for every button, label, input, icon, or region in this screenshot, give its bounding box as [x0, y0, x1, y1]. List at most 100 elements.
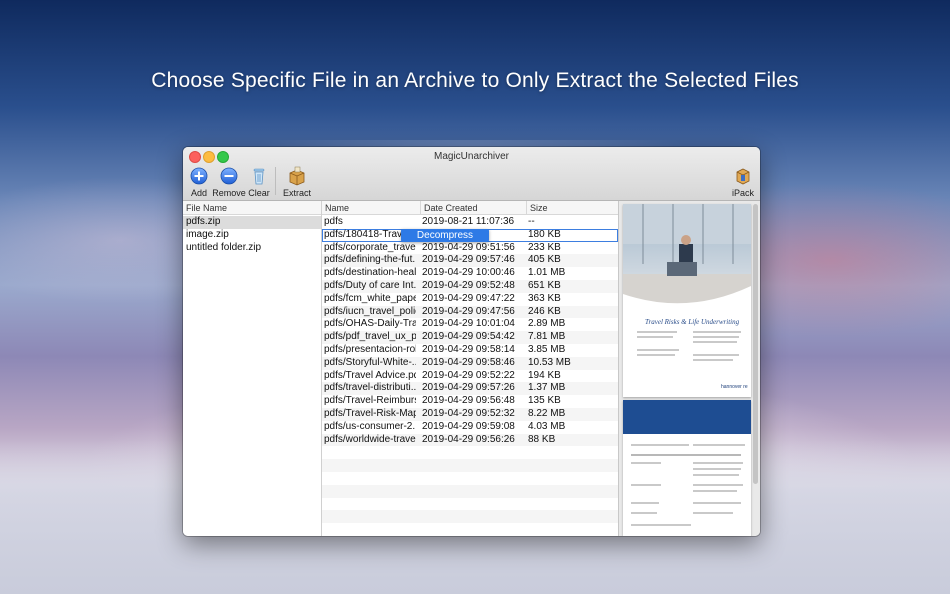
cell-name: pdfs/Duty of care Int... [324, 280, 416, 291]
preview-text-line [693, 468, 741, 470]
preview-text-line [637, 336, 673, 338]
name-column-header[interactable]: Name [322, 201, 420, 215]
preview-text-line [693, 502, 741, 504]
cell-name: pdfs/presentacion-rol... [324, 344, 416, 355]
cell-size: 651 KB [528, 280, 561, 291]
empty-row [322, 472, 618, 485]
extract-label: Extract [282, 188, 311, 198]
trash-icon [253, 168, 265, 185]
preview-text-line [693, 359, 733, 361]
cell-date: 2019-04-29 09:52:48 [422, 280, 515, 291]
window-title: MagicUnarchiver [433, 151, 510, 162]
title-bar[interactable]: MagicUnarchiver Add Remove Clear Extract… [183, 147, 760, 201]
empty-row [322, 523, 618, 536]
table-row[interactable]: pdfs/travel-distributi... 2019-04-29 09:5… [322, 382, 618, 396]
ipack-app-icon [736, 168, 750, 185]
preview-brand: hannover re [721, 384, 748, 390]
archive-box-icon [289, 166, 305, 186]
preview-page-2 [623, 400, 751, 536]
preview-text-line [637, 331, 677, 333]
table-row[interactable]: pdfs/corporate_travel... 2019-04-29 09:51… [322, 242, 618, 255]
table-row[interactable]: pdfs/us-consumer-2... 2019-04-29 09:59:08… [322, 421, 618, 434]
ipack-button[interactable]: iPack [723, 166, 760, 198]
cell-size: -- [528, 216, 535, 227]
table-row[interactable]: pdfs/Travel-Reimburs... 2019-04-29 09:56:… [322, 395, 618, 408]
table-row[interactable]: pdfs/Travel-Risk-Map... 2019-04-29 09:52:… [322, 408, 618, 421]
cell-size: 405 KB [528, 254, 561, 266]
preview-text-line [693, 474, 739, 476]
table-row[interactable]: pdfs/defining-the-fut... 2019-04-29 09:57… [322, 254, 618, 268]
archive-item-untitled-folder[interactable]: untitled folder.zip [183, 242, 321, 255]
preview-page-1: Travel Risks & Life Underwriting hannove… [623, 204, 751, 397]
size-column-header[interactable]: Size [527, 201, 618, 215]
cell-date: 2019-04-29 09:47:22 [422, 292, 515, 304]
table-row[interactable]: pdfs/pdf_travel_ux_pl... 2019-04-29 09:54… [322, 331, 618, 344]
table-row[interactable]: pdfs/fcm_white_pape... 2019-04-29 09:47:2… [322, 293, 618, 306]
table-row[interactable]: pdfs/worldwide-trave... 2019-04-29 09:56:… [322, 433, 618, 447]
cell-name: pdfs/iucn_travel_polic... [324, 305, 416, 317]
app-window: MagicUnarchiver Add Remove Clear Extract… [183, 147, 760, 536]
preview-text-line [693, 490, 737, 492]
preview-text-line [693, 354, 739, 356]
plus-icon [190, 167, 208, 185]
preview-heading: Travel Risks & Life Underwriting [645, 318, 740, 326]
cell-date: 2019-08-21 11:07:36 [422, 216, 515, 227]
empty-row [322, 446, 618, 459]
archive-contents-table[interactable]: Name Date Created Size pdfs 2019-08-21 11… [322, 201, 619, 536]
cell-date: 2019-04-29 09:59:08 [422, 420, 515, 432]
table-row[interactable]: pdfs/Travel Advice.pdf 2019-04-29 09:52:2… [322, 370, 618, 383]
preview-scrollbar[interactable] [753, 204, 758, 484]
cell-name: pdfs/us-consumer-2... [324, 420, 416, 432]
cell-size: 2.89 MB [528, 318, 566, 330]
cell-name: pdfs/Travel-Reimburs... [324, 395, 416, 407]
table-row[interactable]: pdfs/Duty of care Int... 2019-04-29 09:52… [322, 280, 618, 293]
cell-date: 2019-04-29 09:52:32 [422, 408, 515, 419]
date-created-column-header[interactable]: Date Created [421, 201, 527, 215]
cell-size: 8.22 MB [528, 408, 566, 419]
preview-text-line [631, 502, 659, 504]
clear-button[interactable]: Clear [239, 166, 279, 198]
cell-date: 2019-04-29 10:01:04 [422, 318, 515, 330]
table-row[interactable]: pdfs 2019-08-21 11:07:36 -- [322, 216, 618, 229]
ipack-label: iPack [731, 188, 754, 198]
cell-size: 233 KB [528, 241, 561, 253]
table-row[interactable]: pdfs/destination-heal... 2019-04-29 10:00… [322, 267, 618, 280]
page-headline: Choose Specific File in an Archive to On… [151, 69, 799, 92]
extract-button[interactable]: Extract [277, 166, 317, 198]
archive-item-image[interactable]: image.zip [183, 229, 321, 242]
preview-text-line [631, 454, 741, 456]
cell-date: 2019-04-29 09:56:26 [422, 433, 515, 445]
table-row[interactable]: pdfs/Storyful-White-... 2019-04-29 09:58:… [322, 356, 618, 370]
cell-date: 2019-04-29 09:51:56 [422, 241, 515, 253]
preview-text-line [631, 512, 657, 514]
table-row[interactable]: pdfs/presentacion-rol... 2019-04-29 09:58… [322, 344, 618, 357]
preview-page-banner [623, 400, 751, 434]
preview-text-line [637, 354, 675, 356]
preview-photo [623, 204, 751, 304]
cell-date: 2019-04-29 09:56:48 [422, 395, 515, 407]
cell-size: 180 KB [528, 228, 561, 240]
empty-row [322, 498, 618, 511]
file-name-column-header[interactable]: File Name [183, 201, 321, 215]
cell-name: pdfs/corporate_travel... [324, 241, 416, 253]
preview-text-line [631, 524, 691, 526]
cell-date: 2019-04-29 09:52:22 [422, 369, 515, 381]
cell-date: 2019-04-29 10:00:46 [422, 267, 515, 279]
cell-size: 10.53 MB [528, 356, 571, 368]
file-rows: pdfs 2019-08-21 11:07:36 -- pdfs/180418-Tra… [322, 216, 618, 536]
clear-label: Clear [248, 188, 270, 198]
table-row[interactable]: pdfs/OHAS-Daily-Tra... 2019-04-29 10:01:0… [322, 318, 618, 331]
cell-name: pdfs/pdf_travel_ux_pl... [324, 331, 416, 343]
empty-row [322, 510, 618, 524]
cell-size: 363 KB [528, 292, 561, 304]
minus-icon [220, 167, 238, 185]
cell-name: pdfs/defining-the-fut... [324, 254, 416, 266]
decompress-context-button[interactable]: Decompress [401, 229, 489, 242]
cell-size: 246 KB [528, 305, 561, 317]
archive-list[interactable]: File Name pdfs.zip image.zip untitled fo… [183, 201, 322, 536]
preview-text-line [637, 349, 679, 351]
cell-size: 3.85 MB [528, 344, 566, 355]
table-row[interactable]: pdfs/iucn_travel_polic... 2019-04-29 09:4… [322, 305, 618, 319]
cell-date: 2019-04-29 09:54:42 [422, 331, 515, 343]
archive-item-pdfs[interactable]: pdfs.zip [183, 216, 321, 229]
